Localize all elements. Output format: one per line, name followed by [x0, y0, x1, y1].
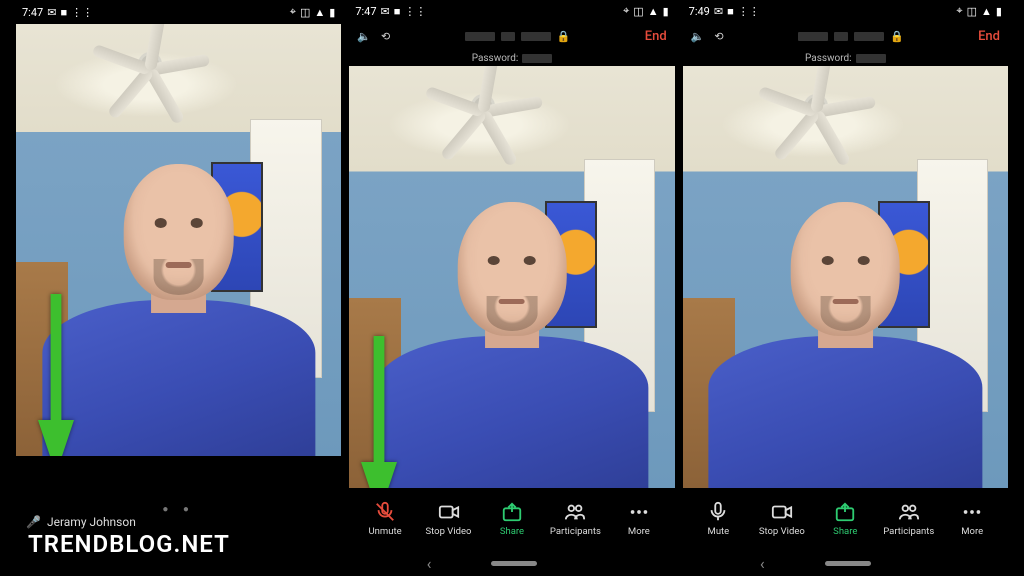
zoom-header: 🔈 ⟲ 🔒 End: [683, 22, 1008, 50]
vibrate-icon: ◫: [633, 5, 643, 18]
more-icon: [961, 501, 983, 523]
participants-label: Participants: [550, 526, 601, 537]
status-bar: 7:47 ✉ ■ ⋮⋮ ⌖ ◫ ▲ ▮: [349, 0, 674, 22]
participants-button[interactable]: Participants: [548, 501, 603, 537]
more-label: More: [961, 526, 983, 537]
wifi-icon: ▲: [314, 6, 325, 19]
speaker-icon[interactable]: 🔈: [691, 30, 705, 43]
share-button[interactable]: Share: [818, 501, 873, 537]
battery-icon: ▮: [996, 5, 1002, 18]
vibrate-icon: ◫: [300, 6, 310, 19]
mic-muted-icon: 🎤: [26, 515, 41, 529]
video-feed[interactable]: [349, 66, 674, 488]
clock: 7:47: [22, 6, 43, 19]
video-icon: ■: [727, 5, 734, 18]
participants-label: Participants: [883, 526, 934, 537]
flip-camera-icon[interactable]: ⟲: [714, 30, 723, 43]
participant-name: Jeramy Johnson: [47, 515, 136, 529]
people-icon: [564, 501, 586, 523]
grid-icon: ⋮⋮: [404, 5, 426, 18]
video-icon: [771, 501, 793, 523]
password-label: Password:: [805, 53, 852, 64]
watermark: TRENDBLOG.NET: [28, 530, 230, 558]
video-feed[interactable]: [683, 66, 1008, 488]
flip-camera-icon[interactable]: ⟲: [381, 30, 390, 43]
stop-video-label: Stop Video: [426, 526, 472, 537]
participants-button[interactable]: Participants: [881, 501, 936, 537]
location-icon: ⌖: [290, 5, 296, 19]
bottom-bar: ● ● 🎤 Jeramy Johnson: [16, 456, 341, 576]
more-icon: [628, 501, 650, 523]
mute-label: Mute: [708, 526, 730, 537]
stop-video-button[interactable]: Stop Video: [754, 501, 809, 537]
wifi-icon: ▲: [981, 5, 992, 18]
video-feed[interactable]: [16, 24, 341, 456]
location-icon: ⌖: [623, 4, 629, 18]
battery-icon: ▮: [329, 6, 335, 19]
people-icon: [898, 501, 920, 523]
android-nav: ‹: [683, 550, 1008, 576]
password-row: Password:: [683, 50, 1008, 66]
clock: 7:47: [355, 5, 376, 18]
home-pill[interactable]: [825, 561, 871, 566]
phone-screen-3: 7:49 ✉ ■ ⋮⋮ ⌖ ◫ ▲ ▮ 🔈 ⟲ 🔒 End Password:: [683, 0, 1008, 576]
grid-icon: ⋮⋮: [71, 6, 93, 19]
toolbar: Mute Stop Video Share Participants More: [683, 488, 1008, 550]
video-icon: ■: [394, 5, 401, 18]
password-label: Password:: [472, 53, 519, 64]
unmute-button[interactable]: Unmute: [358, 501, 413, 537]
phone-screen-1: 7:47 ✉ ■ ⋮⋮ ⌖ ◫ ▲ ▮ ● ● 🎤: [16, 0, 341, 576]
mic-off-icon: [374, 501, 396, 523]
more-button[interactable]: More: [945, 501, 1000, 537]
zoom-header: 🔈 ⟲ 🔒 End: [349, 22, 674, 50]
clock: 7:49: [689, 5, 710, 18]
share-button[interactable]: Share: [484, 501, 539, 537]
share-icon: [501, 501, 523, 523]
stop-video-label: Stop Video: [759, 526, 805, 537]
end-button[interactable]: End: [978, 29, 1000, 44]
toolbar: Unmute Stop Video Share Participants Mor…: [349, 488, 674, 550]
annotation-arrow: [38, 284, 74, 456]
phone-screen-2: 7:47 ✉ ■ ⋮⋮ ⌖ ◫ ▲ ▮ 🔈 ⟲ 🔒 End Password:: [349, 0, 674, 576]
more-label: More: [628, 526, 650, 537]
mute-button[interactable]: Mute: [691, 501, 746, 537]
mic-icon: [707, 501, 729, 523]
stop-video-button[interactable]: Stop Video: [421, 501, 476, 537]
vibrate-icon: ◫: [967, 5, 977, 18]
share-label: Share: [500, 526, 524, 537]
share-label: Share: [833, 526, 857, 537]
back-button[interactable]: ‹: [427, 554, 432, 573]
more-button[interactable]: More: [611, 501, 666, 537]
lock-icon: 🔒: [890, 30, 904, 43]
annotation-arrow: [361, 326, 397, 488]
back-button[interactable]: ‹: [760, 554, 765, 573]
wifi-icon: ▲: [648, 5, 659, 18]
home-pill[interactable]: [491, 561, 537, 566]
mail-icon: ✉: [47, 6, 56, 19]
mail-icon: ✉: [714, 5, 723, 18]
password-row: Password:: [349, 50, 674, 66]
mail-icon: ✉: [381, 5, 390, 18]
video-icon: ■: [60, 6, 67, 19]
lock-icon: 🔒: [557, 30, 571, 43]
speaker-icon[interactable]: 🔈: [357, 30, 371, 43]
status-bar: 7:49 ✉ ■ ⋮⋮ ⌖ ◫ ▲ ▮: [683, 0, 1008, 22]
location-icon: ⌖: [956, 4, 962, 18]
battery-icon: ▮: [663, 5, 669, 18]
grid-icon: ⋮⋮: [738, 5, 760, 18]
screens-row: 7:47 ✉ ■ ⋮⋮ ⌖ ◫ ▲ ▮ ● ● 🎤: [0, 0, 1024, 576]
end-button[interactable]: End: [645, 29, 667, 44]
status-bar: 7:47 ✉ ■ ⋮⋮ ⌖ ◫ ▲ ▮: [16, 0, 341, 24]
android-nav: ‹: [349, 550, 674, 576]
page-dots[interactable]: ● ●: [16, 504, 341, 515]
unmute-label: Unmute: [368, 526, 401, 537]
share-icon: [834, 501, 856, 523]
video-icon: [438, 501, 460, 523]
